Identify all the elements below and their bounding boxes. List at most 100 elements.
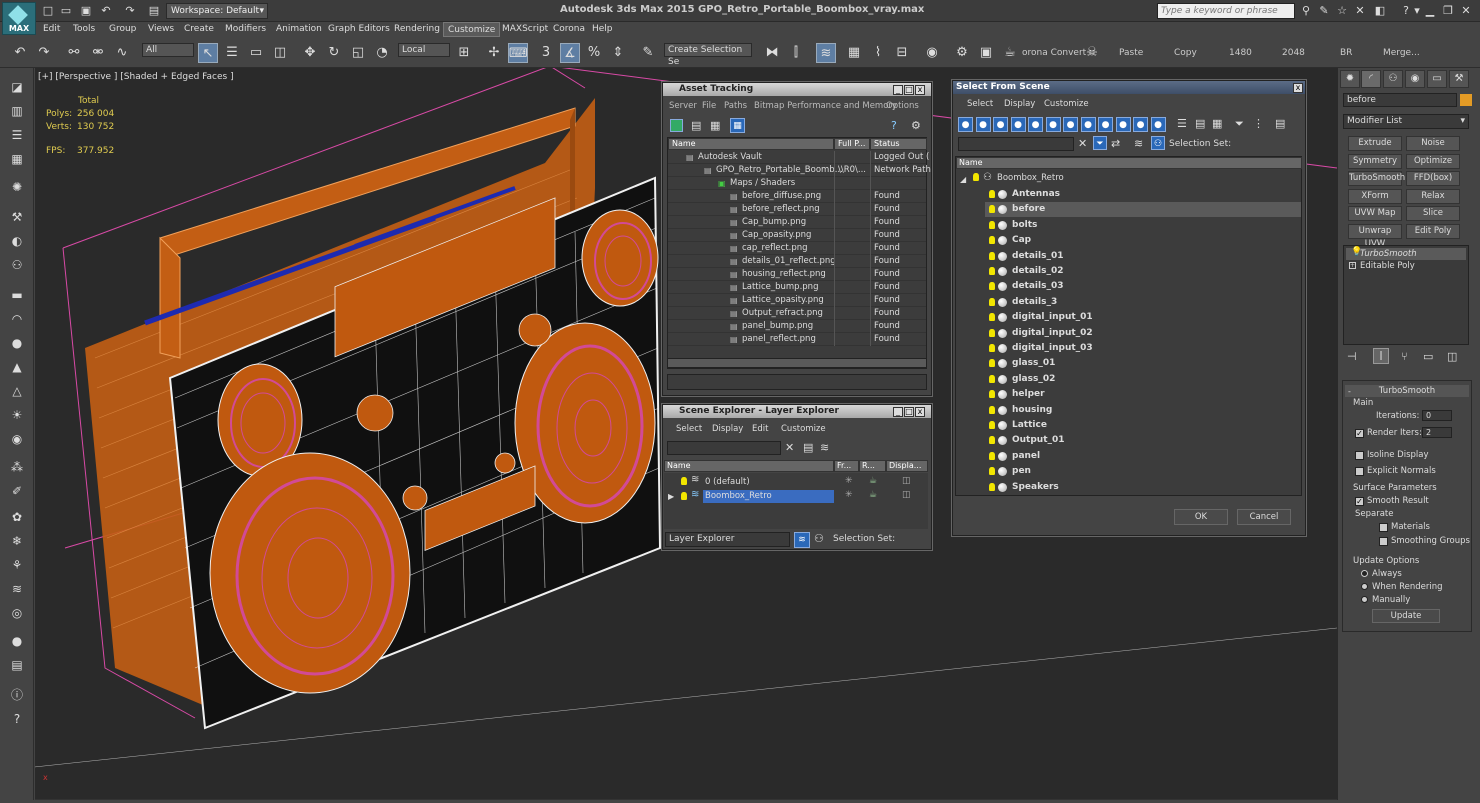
display-helpers-icon[interactable]: ●: [1028, 117, 1043, 132]
modifier-button-uvw-map[interactable]: UVW Map: [1348, 206, 1402, 222]
minimize-icon[interactable]: _: [893, 407, 903, 417]
light-bulb-icon[interactable]: [989, 282, 995, 291]
menu-modifiers[interactable]: Modifiers: [225, 24, 266, 34]
asset-row[interactable]: ▤ Autodesk Vault Logged Out (: [668, 151, 929, 164]
modifier-button-xform[interactable]: XForm: [1348, 188, 1402, 204]
create-object-icon[interactable]: ◪: [7, 78, 27, 96]
light-bulb-icon[interactable]: [989, 205, 995, 214]
modifier-button-turbosmooth[interactable]: TurboSmooth: [1348, 171, 1405, 187]
display-hidden-icon[interactable]: ●: [1150, 117, 1166, 132]
menu-customize[interactable]: Customize: [443, 22, 501, 37]
column-status[interactable]: Status: [870, 138, 927, 150]
light-bulb-icon[interactable]: [989, 220, 995, 229]
cancel-button[interactable]: Cancel: [1237, 509, 1291, 525]
light-bulb-icon[interactable]: [989, 313, 995, 322]
sun-icon[interactable]: ☀: [7, 406, 27, 424]
configure-sets-icon[interactable]: ◫: [1447, 350, 1457, 363]
asset-row[interactable]: ▤ housing_reflect.png Found: [668, 268, 926, 281]
filter-icon[interactable]: ⏷: [1235, 117, 1244, 131]
collapse-arrow-icon[interactable]: ◢: [960, 175, 966, 184]
grid-view-icon[interactable]: ▦: [730, 118, 745, 133]
menu-create[interactable]: Create: [184, 24, 214, 34]
project-folder-icon[interactable]: ▤: [146, 3, 162, 19]
object-name-input[interactable]: before: [1343, 93, 1457, 107]
display-tab-icon[interactable]: ▭: [1427, 70, 1447, 88]
align-icon[interactable]: ⫿: [786, 43, 806, 63]
asset-row[interactable]: ▤ panel_reflect.png Found: [668, 333, 926, 346]
asset-row[interactable]: ▤ details_01_reflect.png Found: [668, 255, 926, 268]
stack-item-turbosmooth[interactable]: TurboSmooth: [1346, 248, 1466, 260]
light-bulb-icon[interactable]: [989, 405, 995, 414]
light-bulb-icon[interactable]: [989, 436, 995, 445]
window-crossing-icon[interactable]: ◫: [270, 43, 290, 63]
scene-object-row[interactable]: details_02: [985, 264, 1301, 279]
redo-icon[interactable]: ↷: [122, 3, 138, 19]
clear-icon[interactable]: ✕: [1078, 137, 1087, 150]
save-icon[interactable]: ▣: [78, 3, 94, 19]
asset-row[interactable]: ▤ Output_refract.png Found: [668, 307, 926, 320]
list-icon[interactable]: ☰: [1177, 117, 1187, 130]
display-geometry-icon[interactable]: ●: [958, 117, 973, 132]
viewport-label[interactable]: [+] [Perspective ] [Shaded + Edged Faces…: [38, 72, 234, 82]
list-icon[interactable]: ▦: [1212, 117, 1222, 130]
keyboard-shortcut-override-icon[interactable]: ⌨: [508, 43, 528, 63]
helper-icon[interactable]: ⚒: [7, 208, 27, 226]
menu-select[interactable]: Select: [967, 99, 993, 109]
expand-arrow-icon[interactable]: ▶: [668, 492, 674, 501]
user-icon[interactable]: ◧: [1372, 3, 1388, 19]
place-icon[interactable]: ◔: [372, 43, 392, 63]
selection-set-label[interactable]: Selection Set:: [1169, 139, 1231, 149]
column-display[interactable]: Displa...: [886, 460, 928, 472]
render-iters-checkbox[interactable]: ✓: [1355, 429, 1364, 438]
subscription-icon[interactable]: ✕: [1352, 3, 1368, 19]
edit-named-selection-icon[interactable]: ✎: [638, 43, 658, 63]
particles-icon[interactable]: ⁂: [7, 458, 27, 476]
stack-item-editable-poly[interactable]: Editable Poly: [1346, 260, 1466, 272]
light-bulb-icon[interactable]: [681, 492, 687, 500]
modifier-button-extrude[interactable]: Extrude: [1348, 136, 1402, 151]
pin-stack-icon[interactable]: ⊣: [1347, 350, 1357, 363]
menu-bitmap-performance[interactable]: Bitmap Performance and Memory: [754, 101, 897, 111]
ok-button[interactable]: OK: [1174, 509, 1228, 525]
menu-display[interactable]: Display: [1004, 99, 1035, 109]
asset-path-field[interactable]: [667, 374, 927, 390]
layers-icon[interactable]: ≋: [1134, 137, 1143, 150]
scene-object-row[interactable]: Output_01: [985, 433, 1301, 448]
scene-search-input[interactable]: [667, 441, 781, 455]
move-icon[interactable]: ✥: [300, 43, 320, 63]
asset-row[interactable]: ▤ Cap_opasity.png Found: [668, 229, 926, 242]
asset-row[interactable]: ▤ GPO_Retro_Portable_Boomb... \\R0\... Netw…: [668, 164, 931, 177]
minimize-icon[interactable]: _: [893, 85, 903, 95]
favorites-icon[interactable]: ☆: [1334, 3, 1350, 19]
column-name[interactable]: Name: [956, 157, 1302, 169]
new-file-icon[interactable]: □: [40, 3, 56, 19]
light-bulb-icon[interactable]: [681, 477, 687, 485]
percent-snap-icon[interactable]: %: [584, 43, 604, 63]
close-icon[interactable]: x: [915, 407, 925, 417]
scene-object-row[interactable]: glass_02: [985, 372, 1301, 387]
close-icon[interactable]: x: [1293, 83, 1303, 93]
schematic-view-icon[interactable]: ⊟: [892, 43, 912, 63]
dome-icon[interactable]: ◠: [7, 310, 27, 328]
cone-icon[interactable]: ▲: [7, 358, 27, 376]
mirror-icon[interactable]: ⧓: [762, 43, 782, 63]
make-unique-icon[interactable]: ⑂: [1401, 350, 1408, 363]
display-xrefs-icon[interactable]: ●: [1080, 117, 1096, 132]
light-bulb-icon[interactable]: [989, 190, 995, 198]
plant-icon[interactable]: ⚘: [7, 556, 27, 574]
viewport-layout-icon[interactable]: ▥: [7, 102, 27, 120]
explicit-normals-checkbox[interactable]: [1355, 467, 1364, 476]
scene-object-row[interactable]: digital_input_02: [985, 326, 1301, 341]
scene-object-row[interactable]: digital_input_01: [985, 310, 1301, 325]
maximize-icon[interactable]: □: [904, 85, 914, 95]
select-by-name-icon[interactable]: ☰: [222, 43, 242, 63]
select-object-icon[interactable]: ↖: [198, 43, 218, 63]
systems-icon[interactable]: ⚇: [7, 256, 27, 274]
explorer-type-dropdown[interactable]: Layer Explorer: [665, 532, 790, 547]
open-file-icon[interactable]: ▭: [58, 3, 74, 19]
select-manipulate-icon[interactable]: ✢: [484, 43, 504, 63]
br-button[interactable]: BR: [1340, 48, 1352, 58]
box-icon[interactable]: ▬: [7, 286, 27, 304]
scale-icon[interactable]: ◱: [348, 43, 368, 63]
paint-icon[interactable]: ✐: [7, 482, 27, 500]
